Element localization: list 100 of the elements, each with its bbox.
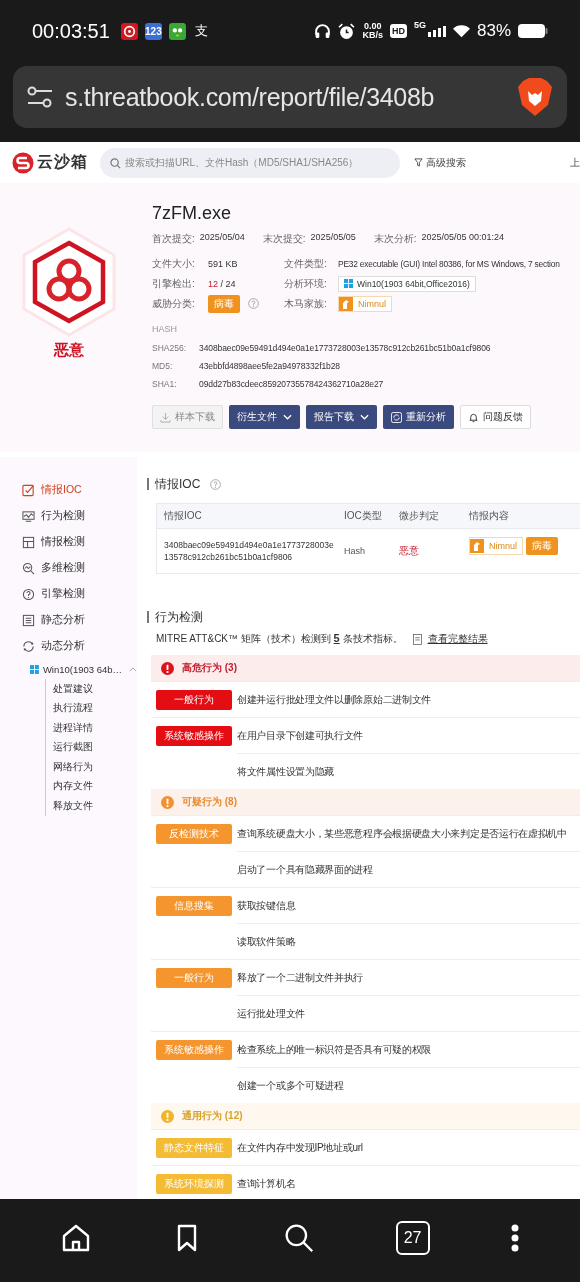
- site-settings-icon[interactable]: [27, 85, 53, 109]
- behavior-tag: 一般行为: [156, 689, 232, 710]
- file-name: 7zFM.exe: [152, 203, 233, 224]
- field-label: 引擎检出:: [152, 276, 196, 291]
- action-button[interactable]: 衍生文件: [229, 405, 300, 429]
- behavior-text: 查询计算机名: [237, 1176, 296, 1191]
- home-icon[interactable]: [60, 1222, 91, 1253]
- full-results-link[interactable]: 查看完整结果: [427, 632, 488, 646]
- field-value: 2025/05/05 00:01:24: [421, 232, 504, 244]
- hash-label: SHA1:: [152, 379, 178, 389]
- sidebar-subitem[interactable]: 运行截图: [53, 737, 137, 757]
- behavior-text: 在用户目录下创建可执行文件: [237, 728, 364, 743]
- more-menu-icon[interactable]: [511, 1223, 520, 1252]
- battery-icon: [518, 24, 548, 38]
- field-label: 威胁分类:: [152, 296, 196, 311]
- chevron-down-icon: [360, 414, 369, 420]
- url-text: s.threatbook.com/report/file/3408b: [65, 82, 436, 112]
- field-label: 末次提交:: [262, 232, 306, 246]
- environment-tag: Win10(1903 64bit,Office2016): [338, 275, 476, 292]
- status-time: 00:03:51: [32, 19, 110, 43]
- table-cell-text: Hash: [343, 546, 366, 556]
- sidebar-item[interactable]: 动态分析: [0, 633, 137, 659]
- alarm-icon: [338, 22, 356, 40]
- site-logo[interactable]: 云沙箱: [12, 151, 88, 174]
- search-icon: [110, 157, 121, 169]
- hash-heading: HASH: [152, 324, 178, 334]
- question-icon: [22, 587, 35, 601]
- field-label: 末次分析:: [373, 232, 417, 246]
- field-value: 2025/05/04: [199, 232, 245, 244]
- music-app-icon: [120, 22, 138, 40]
- address-bar[interactable]: s.threatbook.com/report/file/3408b: [13, 66, 567, 128]
- column-header: IOC类型: [343, 509, 383, 523]
- sidebar-subitem[interactable]: 执行流程: [53, 698, 137, 718]
- checklist-icon: [22, 483, 35, 497]
- behavior-tag: 系统敏感操作: [156, 1039, 232, 1060]
- section-title: 情报IOC: [155, 475, 201, 493]
- behavior-tag: 一般行为: [156, 967, 232, 988]
- behavior-text: 创建一个或多个可疑进程: [237, 1078, 344, 1093]
- behavior-tag: 静态文件特征: [156, 1137, 232, 1158]
- sidebar-item[interactable]: 行为检测: [0, 503, 137, 529]
- environment-node[interactable]: Win10(1903 64b…: [0, 659, 137, 679]
- field-label: 首次提交:: [152, 232, 195, 246]
- behavior-text: 将文件属性设置为隐藏: [237, 764, 334, 779]
- search-field[interactable]: 搜索或扫描URL、文件Hash（MD5/SHA1/SHA256）: [100, 147, 400, 178]
- sidebar-item[interactable]: 多维检测: [0, 555, 137, 581]
- sidebar-subitem[interactable]: 内存文件: [53, 776, 137, 796]
- notification-app-icon: 123: [144, 22, 162, 40]
- network-speed: 0.00 KB/s: [362, 22, 383, 40]
- warning-icon: [161, 661, 174, 675]
- lion-shield-icon[interactable]: [517, 77, 553, 117]
- headphones-icon: [314, 22, 332, 40]
- advanced-search-link[interactable]: 高级搜索: [426, 155, 466, 170]
- group-title: 高危行为 (3): [182, 661, 237, 675]
- behavior-tag: 反检测技术: [156, 823, 232, 844]
- bell-icon: [468, 411, 479, 423]
- mitre-summary: MITRE ATT&CK™ 矩阵（技术）检测到 5 条技术指标。: [156, 632, 403, 646]
- action-button[interactable]: 重新分析: [383, 405, 454, 429]
- field-label: 分析环境:: [284, 276, 328, 291]
- behavior-text: 读取软件策略: [237, 934, 296, 949]
- hd-badge: HD: [389, 24, 407, 38]
- action-button[interactable]: 报告下载: [306, 405, 377, 429]
- action-button[interactable]: 问题反馈: [460, 405, 531, 429]
- sidebar-item[interactable]: 引擎检测: [0, 581, 137, 607]
- field-value: 2025/05/05: [310, 232, 356, 244]
- behavior-tag: 信息搜集: [156, 895, 232, 916]
- refresh-icon: [391, 411, 402, 423]
- sidebar-subitem[interactable]: 处置建议: [53, 679, 137, 699]
- threat-tag: 病毒: [208, 294, 240, 313]
- behavior-text: 获取按键信息: [237, 898, 296, 913]
- behavior-tag: 系统敏感操作: [156, 725, 232, 746]
- behavior-text: 在文件内存中发现IP地址或url: [237, 1140, 363, 1155]
- magnifier-icon: [22, 561, 35, 575]
- hash-value: 3408baec09e59491d494e0a1e1773728003e13578c912cb261bc51b0a1cf9806: [199, 343, 491, 353]
- network-type: 5G: [413, 20, 426, 30]
- search-icon[interactable]: [284, 1222, 314, 1253]
- payment-app-icon: 支: [192, 22, 210, 40]
- group-title: 可疑行为 (8): [182, 795, 237, 809]
- windows-icon: [30, 664, 39, 674]
- behavior-tag: 系统环境探测: [156, 1173, 232, 1194]
- sidebar-item[interactable]: 情报IOC: [0, 477, 137, 503]
- s-logo-icon: [12, 151, 34, 174]
- table-cell-text: 3408baec09e59491d494e0a1e1773728003e13578c912cb261bc51b0a1cf9806: [163, 539, 335, 563]
- field-label: 文件类型:: [284, 256, 328, 271]
- signal-icon: [427, 25, 446, 37]
- chevron-down-icon: [283, 414, 292, 420]
- sidebar-subitem[interactable]: 网络行为: [53, 757, 137, 777]
- family-tag: Nimnul: [469, 537, 523, 555]
- download-icon: [160, 411, 171, 423]
- sidebar-subitem[interactable]: 释放文件: [53, 796, 137, 816]
- sidebar-item[interactable]: 情报检测: [0, 529, 137, 555]
- header-link[interactable]: 上: [570, 155, 580, 170]
- sidebar-subitem[interactable]: 进程详情: [53, 718, 137, 738]
- tabs-button[interactable]: 27: [395, 1220, 430, 1255]
- table-cell-text: 恶意: [398, 544, 420, 558]
- verdict-label: 恶意: [53, 341, 84, 360]
- family-tag: Nimnul: [338, 295, 392, 312]
- behavior-text: 释放了一个二进制文件并执行: [237, 970, 364, 985]
- sidebar-item[interactable]: 静态分析: [0, 607, 137, 633]
- behavior-text: 启动了一个具有隐藏界面的进程: [237, 862, 373, 877]
- field-label: 文件大小:: [152, 256, 196, 271]
